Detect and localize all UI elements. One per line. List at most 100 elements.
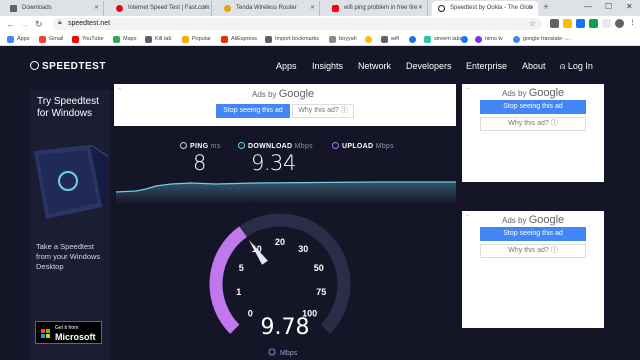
ad-back-icon[interactable]: ← [117, 85, 123, 91]
ping-label-text: PING [190, 143, 209, 150]
ad-headline: Try Speedtest for Windows [37, 96, 99, 119]
nav-developers[interactable]: Developers [406, 61, 452, 71]
bookmark-import[interactable]: Import bookmarks [264, 34, 319, 44]
extension-icon[interactable] [589, 19, 598, 28]
why-this-ad-button[interactable]: Why this ad? ⓘ [480, 244, 586, 258]
chrome-icon [365, 36, 372, 43]
reload-button[interactable]: ↻ [35, 18, 43, 30]
bookmark-kill-tab[interactable]: Kill tab [144, 34, 172, 44]
bookmark-label: google translate -... [523, 36, 571, 42]
chrome-icon[interactable] [563, 19, 572, 28]
gauge-tick-labels: 0151020305075100 [236, 237, 326, 319]
why-this-ad-button[interactable]: Why this ad? ⓘ [292, 104, 354, 118]
nimo-tv-icon [475, 36, 482, 43]
upload-label: UPLOAD Mbps [332, 142, 394, 150]
forward-button[interactable]: → [20, 18, 29, 30]
bookmark-popular[interactable]: Popular [181, 34, 211, 44]
google-wordmark: Google [278, 88, 315, 100]
tab-title: wifi ping problem in free fire - [344, 5, 422, 11]
star-icon[interactable]: ☆ [529, 18, 536, 30]
gmail-icon [39, 36, 46, 43]
apps-grid-icon [7, 36, 14, 43]
address-bar[interactable]: 🔒︎ speedtest.net ☆ [52, 18, 542, 30]
extension-icon[interactable] [602, 19, 611, 28]
close-icon[interactable]: ✕ [310, 1, 315, 16]
tab-speedtest[interactable]: Speedtest by Ookla - The Glob ✕ [432, 1, 538, 16]
nav-about[interactable]: About [522, 61, 546, 71]
bookmark-apps[interactable]: Apps [6, 34, 30, 44]
upload-unit: Mbps [375, 143, 394, 150]
bookmark-boyyah[interactable]: boyyah [328, 34, 357, 44]
bookmark-chrome[interactable] [364, 34, 375, 44]
gauge-unit-text: Mbps [280, 350, 298, 357]
new-tab-button[interactable]: + [543, 1, 549, 15]
ads-by-label: Ads by [502, 216, 527, 225]
bookmark-gmail[interactable]: Gmail [38, 34, 63, 44]
close-icon[interactable]: ✕ [529, 1, 534, 16]
extension-icon[interactable] [550, 19, 559, 28]
url-text[interactable]: speedtest.net [68, 18, 110, 30]
tab-tenda[interactable]: Tenda Wireless Router ✕ [218, 1, 320, 16]
ad-subtext: Take a Speedtest from your Windows Deskt… [36, 242, 101, 271]
google-wordmark: Google [528, 87, 565, 99]
fast-com-icon [116, 5, 123, 12]
bookmark-label: Import bookmarks [275, 36, 320, 42]
nav-enterprise[interactable]: Enterprise [466, 61, 507, 71]
tab-fast[interactable]: Internet Speed Test | Fast.com ✕ [110, 1, 212, 16]
bookmark-youtube[interactable]: YouTube [71, 34, 104, 44]
bookmarks-bar: Apps Gmail YouTube Maps Kill tab Popular… [0, 32, 640, 46]
close-icon[interactable]: ✕ [418, 1, 423, 16]
bookmark-label: Kill tab [155, 36, 172, 42]
right-ad-bottom: ← Ads by Google Stop seeing this ad Why … [462, 211, 604, 328]
windows-app-ad[interactable]: Try Speedtest for Windows Take a Speedte… [30, 90, 110, 360]
login-link[interactable]: ⍝ Log In [560, 61, 593, 72]
bookmark-google-translate[interactable]: google translate -... [512, 34, 570, 44]
bookmark-maps[interactable]: Maps [112, 34, 136, 44]
stop-seeing-ad-button[interactable]: Stop seeing this ad [480, 100, 586, 114]
bookmark-streem-labs[interactable]: streem labs [423, 34, 462, 44]
stop-seeing-ad-button[interactable]: Stop seeing this ad [480, 227, 586, 241]
graph-area [116, 182, 456, 204]
speed-gauge: 0151020305075100 9.78 Mbps [209, 213, 351, 357]
bookmark-site[interactable] [408, 34, 419, 44]
nav-apps[interactable]: Apps [276, 61, 297, 71]
bookmark-facebook[interactable] [460, 34, 471, 44]
avatar[interactable] [615, 19, 624, 28]
why-this-ad-button[interactable]: Why this ad? ⓘ [480, 117, 586, 131]
import-icon [265, 36, 272, 43]
close-icon[interactable]: ✕ [202, 1, 207, 16]
bookmark-aliexpress[interactable]: AliExpress [220, 34, 257, 44]
bookmark-nimo-tv[interactable]: nimo tv [474, 34, 503, 44]
ad-back-icon[interactable]: ← [465, 212, 471, 218]
bookmark-wifi[interactable]: wifi [380, 34, 399, 44]
microsoft-store-badge[interactable]: Get it from Microsoft [35, 321, 102, 344]
bookmark-label: Popular [192, 36, 211, 42]
ping-label: PING ms [180, 142, 221, 150]
youtube-icon [332, 5, 339, 12]
ad-back-icon[interactable]: ← [465, 85, 471, 91]
tenda-icon [224, 5, 231, 12]
gauge-value: 9.78 [261, 315, 310, 340]
close-icon[interactable]: ✕ [94, 1, 99, 16]
top-ad-banner: ← Ads by Google Stop seeing this ad Why … [114, 84, 456, 126]
minimize-button[interactable]: — [584, 0, 592, 14]
nav-insights[interactable]: Insights [312, 61, 343, 71]
badge-line1: Get it from [55, 325, 79, 331]
extension-icon[interactable] [576, 19, 585, 28]
tab-youtube[interactable]: wifi ping problem in free fire - ✕ [326, 1, 428, 16]
download-value: 9.34 [251, 151, 296, 175]
speedtest-logo[interactable]: SPEEDTEST [30, 61, 106, 72]
microsoft-logo-icon [41, 329, 50, 338]
aliexpress-icon [221, 36, 228, 43]
google-wordmark: Google [528, 214, 565, 226]
ping-value: 8 [193, 151, 206, 175]
tab-downloads[interactable]: Downloads ✕ [4, 1, 104, 16]
back-button[interactable]: ← [6, 18, 15, 30]
close-window-button[interactable]: ✕ [626, 0, 633, 14]
menu-icon[interactable]: ⋮ [628, 19, 637, 28]
maximize-button[interactable]: ☐ [605, 0, 612, 14]
stop-seeing-ad-button[interactable]: Stop seeing this ad [216, 104, 290, 118]
bookmark-label: boyyah [339, 36, 357, 42]
nav-network[interactable]: Network [358, 61, 391, 71]
lock-icon: 🔒︎ [58, 19, 62, 26]
